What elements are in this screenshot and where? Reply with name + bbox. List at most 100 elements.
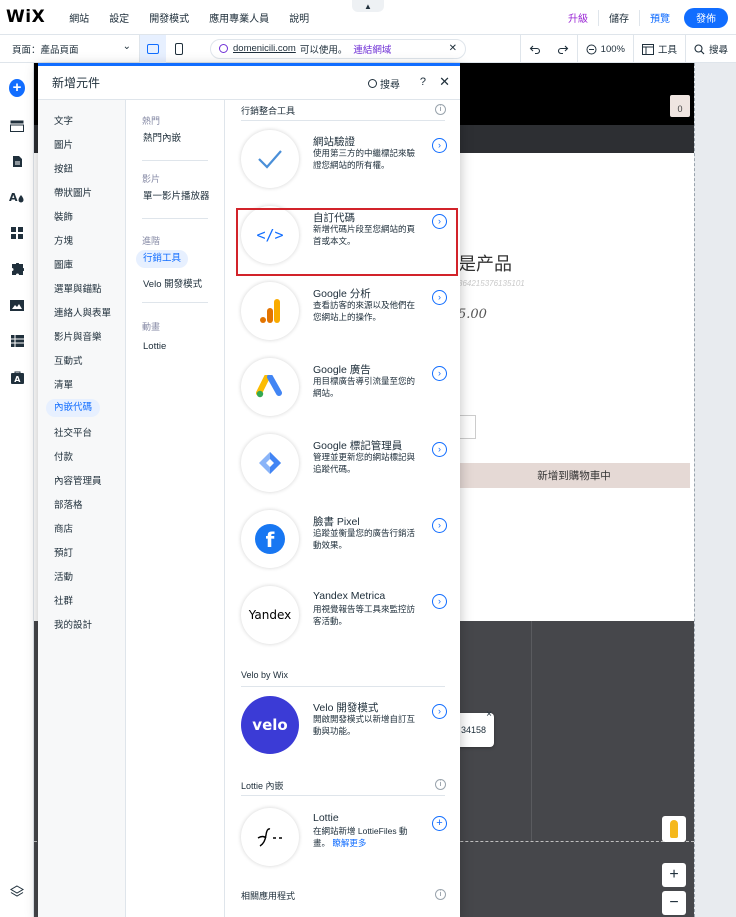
- help-icon[interactable]: ?: [420, 76, 426, 88]
- product-title[interactable]: 是产品: [458, 250, 512, 276]
- panel-search-button[interactable]: 搜尋: [368, 76, 400, 91]
- info-icon[interactable]: i: [435, 104, 446, 115]
- category-item[interactable]: 圖庫: [46, 257, 81, 275]
- design-button[interactable]: A: [9, 189, 25, 205]
- category-item[interactable]: 方塊: [46, 233, 81, 251]
- element-card[interactable]: Google 廣告 用目標廣告導引流量至您的網站。 ›: [241, 358, 449, 420]
- category-item[interactable]: 按鈕: [46, 161, 81, 179]
- element-card[interactable]: Lottie 在網站新增 LottieFiles 動畫。 瞭解更多 +: [241, 808, 449, 870]
- domain-link[interactable]: domenicili.com: [233, 43, 296, 54]
- cms-button[interactable]: [9, 333, 25, 349]
- search-label: 搜尋: [708, 45, 728, 56]
- category-item[interactable]: 付款: [46, 449, 81, 467]
- menu-hire-pro[interactable]: 應用專業人員: [199, 10, 279, 25]
- menu-settings[interactable]: 設定: [99, 10, 139, 25]
- sections-button[interactable]: [9, 118, 25, 134]
- media-button[interactable]: [9, 297, 25, 313]
- category-item[interactable]: 預訂: [46, 545, 81, 563]
- element-card[interactable]: f 臉書 Pixel 追蹤並衡量您的廣告行銷活動效果。 ›: [241, 510, 449, 572]
- search-button[interactable]: 搜尋: [684, 35, 736, 63]
- category-item[interactable]: 互動式: [46, 353, 91, 371]
- mobile-view-button[interactable]: [166, 35, 192, 63]
- quantity-input[interactable]: [458, 415, 476, 439]
- chevron-right-icon[interactable]: ›: [432, 442, 447, 457]
- category-item[interactable]: 裝飾: [46, 209, 81, 227]
- apps-button[interactable]: [9, 225, 25, 241]
- category-item-embed-code[interactable]: 內嵌代碼: [46, 399, 101, 417]
- info-icon[interactable]: i: [435, 779, 446, 790]
- subcategory-item[interactable]: Lottie: [136, 338, 173, 356]
- add-elements-button[interactable]: +: [9, 79, 25, 97]
- publish-button[interactable]: 發佈: [684, 7, 728, 28]
- plus-icon[interactable]: +: [432, 816, 447, 831]
- font-drop-icon: A: [9, 191, 24, 204]
- category-item[interactable]: 商店: [46, 521, 81, 539]
- desktop-view-button[interactable]: [140, 34, 166, 63]
- close-icon[interactable]: ×: [486, 709, 492, 720]
- category-item[interactable]: 帶狀圖片: [46, 185, 100, 203]
- chevron-right-icon[interactable]: ›: [432, 518, 447, 533]
- chevron-right-icon[interactable]: ›: [432, 366, 447, 381]
- category-item[interactable]: 內容管理員: [46, 473, 110, 491]
- category-item[interactable]: 選單與錨點: [46, 281, 110, 299]
- add-to-cart-button[interactable]: 新增到購物車中: [458, 463, 690, 488]
- category-item[interactable]: 我的設計: [46, 617, 100, 635]
- close-icon[interactable]: ✕: [449, 43, 457, 54]
- info-icon[interactable]: i: [435, 889, 446, 900]
- category-item[interactable]: 連絡人與表單: [46, 305, 119, 323]
- subcategory-item[interactable]: 單一影片播放器: [136, 188, 217, 206]
- card-title: 臉書 Pixel: [313, 516, 360, 528]
- category-item[interactable]: 社群: [46, 593, 81, 611]
- map-zoom-out-button[interactable]: −: [662, 891, 686, 915]
- element-card[interactable]: Google 標記管理員 管理並更新您的網站標記與追蹤代碼。 ›: [241, 434, 449, 496]
- page-selector[interactable]: 頁面：產品頁面 ⌄: [0, 34, 140, 63]
- bag-a-icon: A: [10, 371, 24, 384]
- category-item[interactable]: 部落格: [46, 497, 91, 515]
- wix-logo[interactable]: WiX: [0, 7, 59, 27]
- tools-button[interactable]: 工具: [632, 35, 685, 63]
- card-description: 在網站新增 LottieFiles 動畫。 瞭解更多: [313, 826, 421, 849]
- upgrade-button[interactable]: 升級: [558, 10, 598, 25]
- category-item[interactable]: 影片與音樂: [46, 329, 110, 347]
- category-item[interactable]: 文字: [46, 113, 81, 131]
- category-item[interactable]: 活動: [46, 569, 81, 587]
- category-item[interactable]: 清單: [46, 377, 81, 395]
- chevron-right-icon[interactable]: ›: [432, 594, 447, 609]
- chevron-right-icon[interactable]: ›: [432, 704, 447, 719]
- chevron-right-icon[interactable]: ›: [432, 138, 447, 153]
- menu-site[interactable]: 網站: [59, 10, 99, 25]
- layers-button[interactable]: [9, 883, 25, 899]
- element-card[interactable]: Yandex Yandex Metrica 用視覺報告等工具來監控訪客活動。 ›: [241, 586, 449, 648]
- undo-button[interactable]: [519, 35, 549, 63]
- highlight-box: [236, 208, 458, 276]
- checkmark-icon: [241, 130, 299, 188]
- learn-more-link[interactable]: 瞭解更多: [332, 838, 366, 848]
- element-card[interactable]: Google 分析 查看訪客的來源以及他們在您網站上的操作。 ›: [241, 282, 449, 344]
- close-icon[interactable]: ✕: [439, 74, 450, 90]
- preview-button[interactable]: 預覽: [640, 10, 680, 25]
- category-item[interactable]: 圖片: [46, 137, 81, 155]
- element-card[interactable]: 網站驗證 使用第三方的中繼標記來驗證您網站的所有權。 ›: [241, 130, 449, 192]
- collapse-toolbar-button[interactable]: ▲: [352, 0, 384, 12]
- lottie-icon: [241, 808, 299, 866]
- menu-help[interactable]: 說明: [279, 10, 319, 25]
- redo-button[interactable]: [549, 35, 577, 63]
- menu-dev-mode[interactable]: 開發模式: [139, 10, 199, 25]
- subcategory-item[interactable]: Velo 開發模式: [136, 276, 209, 294]
- element-card[interactable]: velo Velo 開發模式 開啟開發模式以新增自訂互動與功能。 ›: [241, 696, 449, 758]
- pages-button[interactable]: [9, 153, 25, 169]
- card-description: 使用第三方的中繼標記來驗證您網站的所有權。: [313, 148, 416, 170]
- category-item[interactable]: 社交平台: [46, 425, 100, 443]
- chevron-right-icon[interactable]: ›: [432, 290, 447, 305]
- zoom-button[interactable]: 100%: [576, 35, 633, 63]
- business-button[interactable]: [9, 261, 25, 277]
- subcategory-item[interactable]: 熱門內嵌: [136, 130, 188, 148]
- cart-icon[interactable]: 0: [670, 95, 690, 117]
- mobile-icon: [175, 42, 183, 55]
- subcategory-item-marketing[interactable]: 行銷工具: [136, 250, 189, 268]
- save-button[interactable]: 儲存: [599, 10, 639, 25]
- pegman-icon[interactable]: [662, 816, 686, 842]
- map-zoom-in-button[interactable]: +: [662, 863, 686, 887]
- connect-domain-link[interactable]: 連結網域: [353, 42, 391, 56]
- portfolio-button[interactable]: A: [9, 369, 25, 385]
